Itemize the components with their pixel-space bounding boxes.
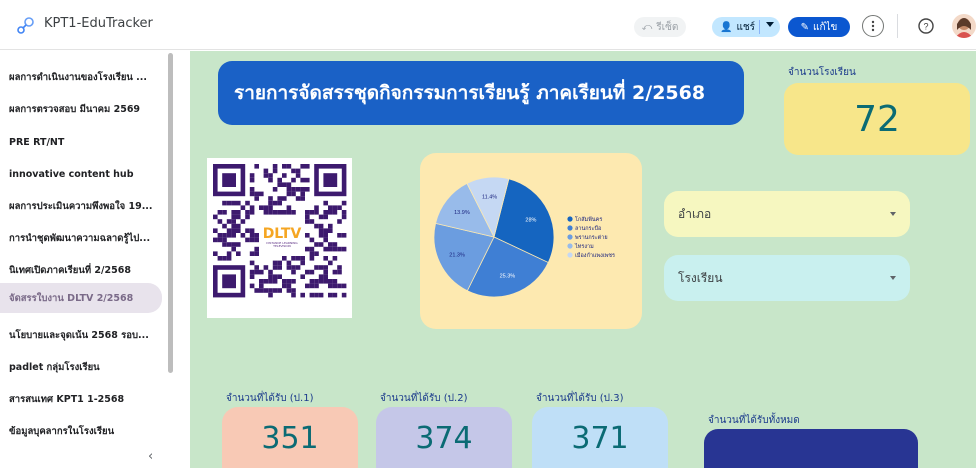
- district-filter-dropdown[interactable]: อำเภอ: [664, 191, 910, 237]
- sidebar-item-personnel[interactable]: ข้อมูลบุคลากรในโรงเรียน: [0, 417, 162, 445]
- total-count-label: จำนวนที่ได้รับทั้งหมด: [708, 415, 800, 426]
- share-dropdown-icon[interactable]: [766, 22, 774, 27]
- legend-item[interactable]: โกสัมพีนคร: [575, 215, 602, 223]
- p1-count-scorecard[interactable]: 351: [222, 407, 358, 468]
- dltv-logo-text: DLTV: [262, 226, 302, 242]
- svg-text:?: ?: [923, 22, 928, 32]
- pie-slice-label: 28%: [525, 218, 536, 224]
- sidebar-item-literacy-kit[interactable]: การนำชุดพัฒนาความฉลาดรู้ไป...: [0, 224, 162, 252]
- district-pie-chart-card[interactable]: 28% 25.3% 21.3% 13.9% 11.4% โกสัมพีนครลานกระบ…: [420, 153, 642, 329]
- district-filter-label: อำเภอ: [678, 206, 712, 221]
- pie-slice-label: 21.3%: [449, 252, 465, 258]
- share-button[interactable]: 👤 แชร์: [712, 17, 780, 37]
- sidebar-item-supervision[interactable]: นิเทศเปิดภาคเรียนที่ 2/2568: [0, 256, 162, 284]
- sidebar-item-performance[interactable]: ผลการดำเนินงานของโรงเรียน ...: [0, 63, 162, 91]
- school-count-label: จำนวนโรงเรียน: [788, 67, 856, 78]
- page-navigation-sidebar: ผลการดำเนินงานของโรงเรียน ... ผลการตรวจส…: [0, 51, 176, 468]
- qr-code-image: DLTV DISTANCE LEARNING TELEVISION: [207, 158, 352, 318]
- p3-count-label: จำนวนที่ได้รับ (ป.3): [536, 393, 624, 404]
- legend-swatch: [567, 225, 573, 231]
- p1-count-label: จำนวนที่ได้รับ (ป.1): [226, 393, 314, 404]
- page-title: รายการจัดสรรชุดกิจกรรมการเรียนรู้ ภาคเรี…: [234, 82, 706, 104]
- school-count-scorecard[interactable]: 72: [784, 83, 970, 155]
- chevron-down-icon: [890, 212, 896, 216]
- total-count-scorecard[interactable]: [704, 429, 918, 468]
- undo-icon: ⤺: [641, 21, 653, 33]
- legend-item[interactable]: พรานกระต่าย: [575, 235, 608, 241]
- pencil-icon: ✎: [800, 21, 809, 33]
- pie-slice-label: 13.9%: [454, 210, 470, 216]
- edit-label: แก้ไข: [813, 21, 838, 33]
- more-vert-icon: [871, 20, 875, 32]
- legend-item[interactable]: ไทรงาม: [574, 243, 594, 250]
- sidebar-item-inspection-march[interactable]: ผลการตรวจสอบ มีนาคม 2569: [0, 95, 162, 123]
- share-label: แชร์: [736, 21, 756, 33]
- legend-item[interactable]: ลานกระบือ: [575, 225, 601, 232]
- report-title-banner: รายการจัดสรรชุดกิจกรรมการเรียนรู้ ภาคเรี…: [218, 61, 744, 125]
- app-header: KPT1-EduTracker ⤺ รีเซ็ต 👤 แชร์ ✎ แก้ไข …: [0, 0, 976, 50]
- toolbar-divider: [897, 14, 898, 38]
- more-options-button[interactable]: [862, 15, 884, 37]
- sidebar-item-dltv-allocation[interactable]: จัดสรรใบงาน DLTV 2/2568: [0, 283, 162, 313]
- p3-count-scorecard[interactable]: 371: [532, 407, 668, 468]
- legend-swatch: [567, 252, 573, 258]
- report-canvas: รายการจัดสรรชุดกิจกรรมการเรียนรู้ ภาคเรี…: [190, 51, 976, 468]
- help-icon[interactable]: ?: [917, 17, 935, 35]
- sidebar-item-policy[interactable]: นโยบายและจุดเน้น 2568 รอบ...: [0, 321, 162, 349]
- share-divider: [759, 20, 760, 34]
- avatar[interactable]: [952, 14, 976, 38]
- school-filter-dropdown[interactable]: โรงเรียน: [664, 255, 910, 301]
- dltv-logo: DLTV DISTANCE LEARNING TELEVISION: [259, 218, 305, 256]
- dltv-logo-subtext: DISTANCE LEARNING TELEVISION: [266, 241, 298, 248]
- p2-count-label: จำนวนที่ได้รับ (ป.2): [380, 393, 468, 404]
- sidebar-item-kpt1-info[interactable]: สารสนเทศ KPT1 1-2568: [0, 385, 162, 413]
- sidebar-item-innovative-content-hub[interactable]: innovative content hub: [0, 160, 162, 188]
- legend-swatch: [567, 234, 573, 240]
- edit-button[interactable]: ✎ แก้ไข: [788, 17, 850, 37]
- sidebar-item-padlet[interactable]: padlet กลุ่มโรงเรียน: [0, 353, 162, 381]
- collapse-sidebar-icon[interactable]: ‹: [148, 449, 162, 464]
- legend-swatch: [567, 243, 573, 249]
- reset-label: รีเซ็ต: [656, 21, 679, 33]
- looker-studio-logo-icon[interactable]: [16, 16, 36, 36]
- reset-button[interactable]: ⤺ รีเซ็ต: [634, 17, 686, 37]
- app-title: KPT1-EduTracker: [44, 16, 153, 31]
- p2-count-scorecard[interactable]: 374: [376, 407, 512, 468]
- pie-slice-label: 11.4%: [482, 194, 497, 200]
- sidebar-scrollbar[interactable]: [168, 53, 173, 373]
- district-pie-chart[interactable]: 28% 25.3% 21.3% 13.9% 11.4% โกสัมพีนครลานกระบ…: [420, 153, 642, 329]
- school-filter-label: โรงเรียน: [678, 270, 723, 285]
- sidebar-item-pre-rt-nt[interactable]: PRE RT/NT: [0, 128, 162, 156]
- chevron-down-icon: [890, 276, 896, 280]
- pie-slice-label: 25.3%: [500, 274, 516, 280]
- legend-swatch: [567, 216, 573, 222]
- legend-item[interactable]: เมืองกำแพงเพชร: [575, 252, 615, 259]
- add-person-icon: 👤: [720, 21, 733, 33]
- sidebar-item-satisfaction[interactable]: ผลการประเมินความพึงพอใจ 19...: [0, 192, 162, 220]
